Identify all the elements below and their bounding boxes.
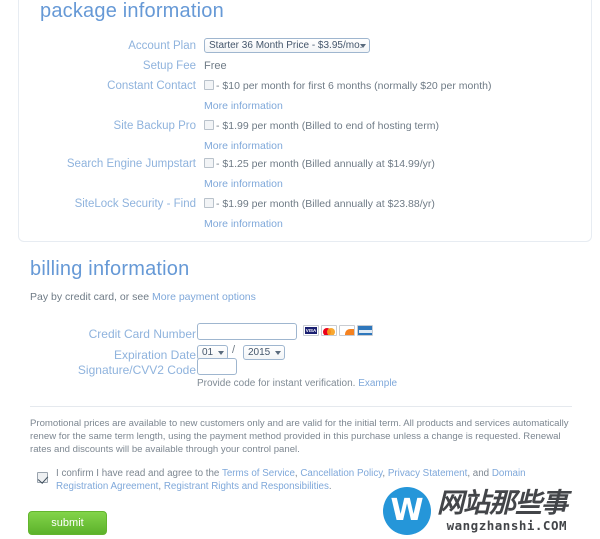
confirm-prefix: I confirm I have read and agree to the	[56, 468, 222, 479]
site-backup-pro-price-text: - $1.99 per month (Billed to end of host…	[216, 120, 439, 132]
site-backup-pro-label: Site Backup Pro	[113, 120, 196, 132]
visa-card-icon: VISA	[303, 325, 319, 336]
account-plan-select[interactable]: Starter 36 Month Price - $3.95/mo.	[204, 38, 370, 53]
amex-card-icon	[357, 325, 373, 336]
sitelock-security-label: SiteLock Security - Find	[74, 198, 196, 210]
constant-contact-price-text: - $10 per month for first 6 months (norm…	[216, 80, 492, 92]
cancellation-policy-link[interactable]: Cancellation Policy	[300, 468, 382, 479]
account-plan-selected-value: Starter 36 Month Price - $3.95/mo.	[209, 40, 363, 51]
discover-card-icon	[339, 325, 355, 336]
cvv-input[interactable]	[197, 358, 237, 375]
accepted-cards-group: VISA	[303, 325, 373, 336]
expiration-year-select[interactable]: 2015	[243, 345, 285, 360]
sitelock-security-more-information-link[interactable]: More information	[204, 218, 283, 230]
payment-options-line: Pay by credit card, or see More payment …	[30, 291, 256, 303]
chevron-down-icon	[360, 44, 366, 48]
sitelock-security-checkbox[interactable]	[204, 198, 214, 208]
site-backup-pro-row: Site Backup Pro - $1.99 per month (Bille…	[0, 120, 600, 136]
pay-by-card-text: Pay by credit card, or see	[30, 291, 152, 303]
watermark-url-text: wangzhanshi.COM	[446, 518, 567, 533]
constant-contact-value: - $10 per month for first 6 months (norm…	[204, 80, 491, 92]
expiration-month-value: 01	[202, 347, 214, 358]
submit-button[interactable]: submit	[28, 511, 107, 535]
site-backup-pro-value: - $1.99 per month (Billed to end of host…	[204, 120, 439, 132]
constant-contact-row: Constant Contact - $10 per month for fir…	[0, 80, 600, 96]
chevron-down-icon	[218, 351, 224, 355]
package-information-heading: package information	[40, 0, 224, 22]
more-payment-options-link[interactable]: More payment options	[152, 291, 256, 303]
constant-contact-label: Constant Contact	[107, 80, 196, 92]
credit-card-number-row: Credit Card Number	[0, 327, 600, 343]
watermark: W 网站那些事 wangzhanshi.COM	[383, 483, 595, 539]
section-divider	[30, 406, 572, 407]
constant-contact-checkbox[interactable]	[204, 80, 214, 90]
sitelock-security-value: - $1.99 per month (Billed annually at $2…	[204, 198, 435, 210]
search-engine-jumpstart-value: - $1.25 per month (Billed annually at $1…	[204, 158, 435, 170]
setup-fee-label: Setup Fee	[142, 60, 196, 72]
search-engine-jumpstart-checkbox[interactable]	[204, 158, 214, 168]
search-engine-jumpstart-more-information-link[interactable]: More information	[204, 178, 283, 190]
expiration-date-label: Expiration Date	[113, 348, 196, 362]
search-engine-jumpstart-row: Search Engine Jumpstart - $1.25 per mont…	[0, 158, 600, 174]
cvv-hint-text: Provide code for instant verification.	[197, 378, 359, 389]
cvv-example-link[interactable]: Example	[358, 378, 397, 389]
privacy-statement-link[interactable]: Privacy Statement	[388, 468, 468, 479]
setup-fee-value: Free	[204, 60, 227, 72]
setup-fee-row: Setup Fee Free	[0, 60, 600, 76]
chevron-down-icon	[275, 351, 281, 355]
cvv-row: Signature/CVV2 Code	[0, 363, 600, 379]
cvv-hint: Provide code for instant verification. E…	[197, 378, 397, 389]
search-engine-jumpstart-price-text: - $1.25 per month (Billed annually at $1…	[216, 158, 435, 170]
expiration-separator: /	[232, 344, 236, 356]
confirm-agreement-checkbox[interactable]	[37, 472, 48, 483]
watermark-chinese-text: 网站那些事	[437, 488, 568, 519]
confirm-end: .	[328, 481, 332, 492]
watermark-text-group: 网站那些事 wangzhanshi.COM	[437, 488, 568, 533]
watermark-logo-icon: W	[383, 487, 431, 535]
sep-3: , and	[467, 468, 492, 479]
terms-of-service-link[interactable]: Terms of Service	[222, 468, 295, 479]
billing-information-heading: billing information	[30, 258, 190, 280]
site-backup-pro-checkbox[interactable]	[204, 120, 214, 130]
credit-card-number-input[interactable]	[197, 323, 297, 340]
sitelock-security-row: SiteLock Security - Find - $1.99 per mon…	[0, 198, 600, 214]
expiration-year-value: 2015	[248, 347, 271, 358]
promotional-disclaimer-text: Promotional prices are available to new …	[30, 418, 569, 455]
cvv-label: Signature/CVV2 Code	[77, 363, 196, 377]
registrant-rights-link[interactable]: Registrant Rights and Responsibilities	[164, 481, 329, 492]
constant-contact-more-information-link[interactable]: More information	[204, 100, 283, 112]
mastercard-card-icon	[321, 325, 337, 336]
site-backup-pro-more-information-link[interactable]: More information	[204, 140, 283, 152]
checkout-page: package information Account Plan Starter…	[0, 0, 600, 539]
credit-card-number-label: Credit Card Number	[88, 327, 196, 341]
sitelock-security-price-text: - $1.99 per month (Billed annually at $2…	[216, 198, 435, 210]
search-engine-jumpstart-label: Search Engine Jumpstart	[66, 158, 196, 170]
account-plan-label: Account Plan	[128, 40, 196, 52]
expiration-date-row: Expiration Date	[0, 348, 600, 364]
